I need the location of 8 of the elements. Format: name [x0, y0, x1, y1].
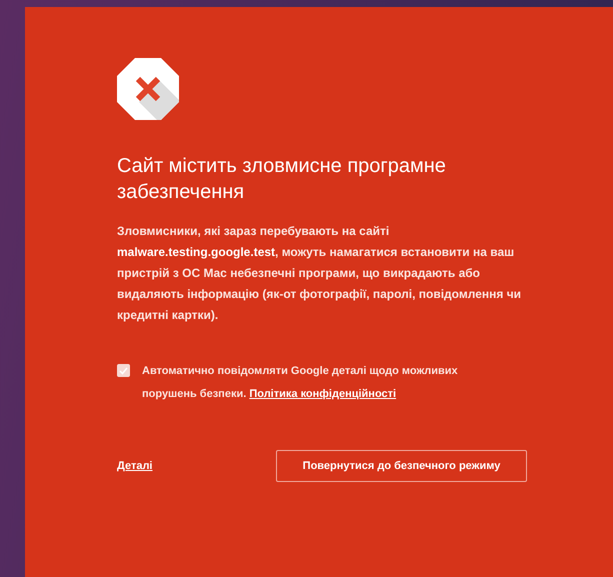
- privacy-policy-link[interactable]: Політика конфіденційності: [249, 388, 396, 400]
- report-option-label: Автоматично повідомляти Google деталі щодо можливих порушень безпеки. Політика конфіденційності: [142, 364, 459, 402]
- details-link[interactable]: Деталі: [117, 460, 152, 472]
- warning-heading: Сайт містить зловмисне програмне забезпечення: [117, 154, 447, 205]
- error-icon: [117, 58, 179, 120]
- warning-message: Зловмисники, які зараз перебувають на сайті malware.testing.google.test, можуть намагатися встановити на ваш пристрій з ОС Mac небезпечні програми, що викрадають або видаляють інформацію (як-от фотографії, паролі, повідомлення чи кредитні картки).: [117, 223, 522, 324]
- report-checkbox[interactable]: [117, 364, 130, 377]
- back-to-safety-button[interactable]: Повернутися до безпечного режиму: [276, 450, 527, 482]
